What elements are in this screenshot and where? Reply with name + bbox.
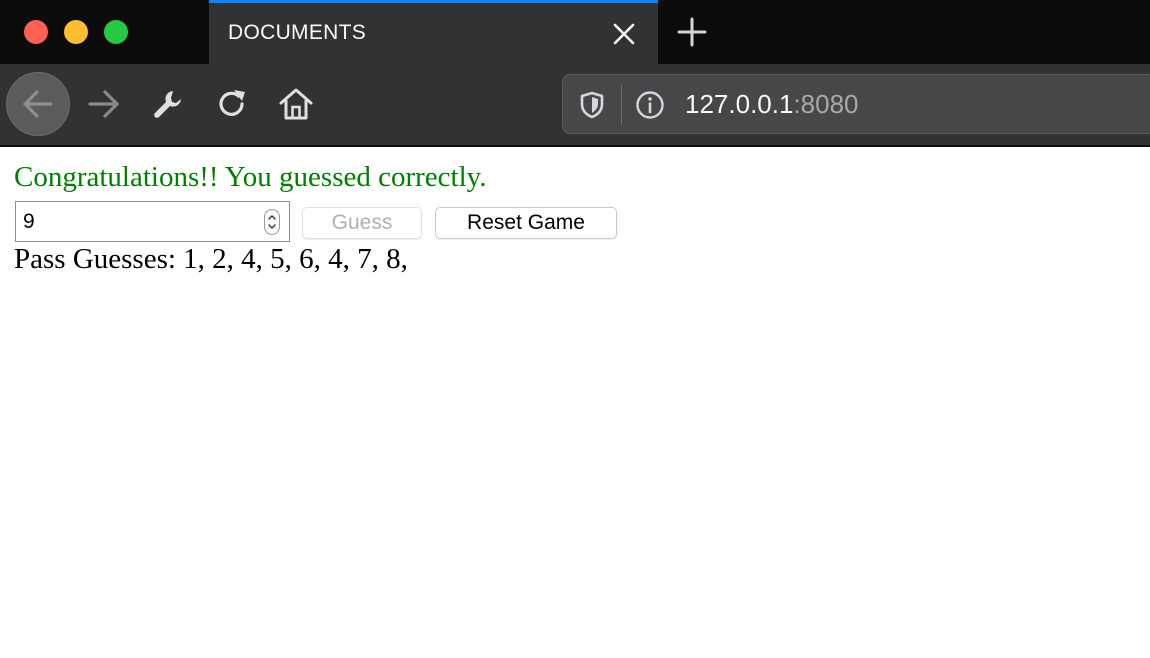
tab-documents[interactable]: DOCUMENTS [209,0,658,64]
past-guesses: Pass Guesses: 1, 2, 4, 5, 6, 4, 7, 8, [14,243,408,275]
home-button[interactable] [276,84,316,124]
guess-input-value: 9 [23,210,35,233]
url-host: 127.0.0.1 [685,89,794,119]
info-icon[interactable] [634,89,666,121]
window-minimize-button[interactable] [64,20,88,44]
url-text[interactable]: 127.0.0.1:8080 [685,89,859,120]
window-close-button[interactable] [24,20,48,44]
forward-button[interactable] [84,84,124,124]
tab-title: DOCUMENTS [228,21,367,44]
guess-button[interactable]: Guess [302,207,422,239]
number-stepper[interactable] [264,209,280,235]
url-port: :8080 [793,89,859,119]
reload-icon [219,90,245,116]
url-separator [621,85,622,125]
address-bar[interactable]: 127.0.0.1:8080 [562,74,1150,134]
guess-input[interactable]: 9 [15,201,290,242]
window-zoom-button[interactable] [104,20,128,44]
page-content: Congratulations!! You guessed correctly.… [0,147,1150,658]
close-icon[interactable] [611,21,637,47]
shield-icon[interactable] [577,90,607,120]
arrow-right-icon [88,90,119,118]
wrench-icon [154,91,181,118]
navigation-toolbar: 127.0.0.1:8080 [0,64,1150,145]
plus-icon[interactable] [676,16,708,48]
tools-button[interactable] [148,84,188,124]
reload-button[interactable] [212,84,252,124]
stepper-arrows-icon [268,215,276,229]
reset-game-button[interactable]: Reset Game [435,207,617,239]
title-bar: DOCUMENTS [0,0,1150,64]
arrow-left-icon [23,90,53,118]
result-message: Congratulations!! You guessed correctly. [14,161,487,193]
home-icon [279,88,313,120]
back-button[interactable] [6,72,70,136]
